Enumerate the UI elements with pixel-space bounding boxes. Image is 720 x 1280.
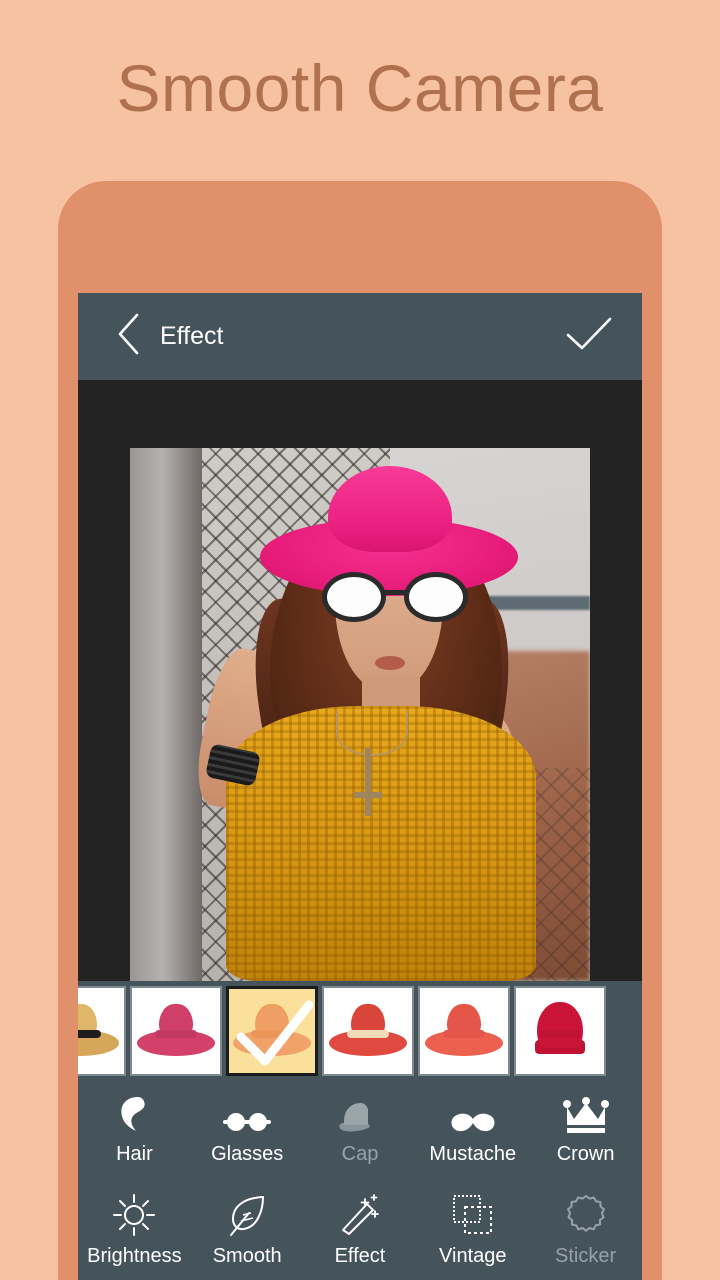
back-button[interactable] — [100, 309, 156, 365]
glasses-icon — [223, 1097, 272, 1135]
tool-brightness[interactable]: Brightness — [78, 1193, 191, 1268]
thumbnail-hat-band — [443, 1030, 485, 1038]
thumbnail-hat-shape — [78, 1002, 119, 1060]
photo-canvas[interactable] — [78, 380, 642, 981]
thumbnail-hat-shape — [521, 1002, 599, 1060]
glasses-lens-left — [322, 572, 386, 622]
crown-icon — [562, 1096, 609, 1135]
tool-vintage[interactable]: Vintage — [416, 1194, 529, 1268]
confirm-button[interactable] — [562, 310, 616, 364]
tool-sticker[interactable]: Sticker — [529, 1194, 642, 1268]
thumbnail-red-floppy-hat[interactable] — [418, 986, 510, 1076]
thumbnail-hat-shape — [425, 1002, 503, 1060]
thumbnail-hat-band — [155, 1030, 197, 1038]
screen-title: Effect — [160, 322, 224, 350]
tool-smooth[interactable]: Smooth — [191, 1194, 304, 1268]
tool-label: Vintage — [439, 1244, 507, 1267]
thumbnail-straw-fedora[interactable] — [78, 986, 126, 1076]
sticker-category-label: Mustache — [429, 1142, 517, 1165]
chevron-left-icon — [115, 312, 141, 361]
hair-icon — [112, 1096, 156, 1135]
glasses-lens-right — [404, 572, 468, 622]
thumbnail-hat-band — [78, 1030, 101, 1038]
sticker-category-label: Glasses — [211, 1142, 284, 1165]
phone-screen: Effect Hair Glasses Cap Mustache Crown B… — [78, 293, 642, 1280]
editor-tool-bar: Brightness Smooth Effect Vintage Sticker — [78, 1181, 642, 1280]
cap-icon — [337, 1097, 383, 1135]
hat-thumbnail-strip[interactable] — [78, 981, 642, 1081]
thumbnail-red-sun-hat[interactable] — [322, 986, 414, 1076]
sun-icon — [112, 1193, 156, 1236]
frames-icon — [452, 1194, 494, 1236]
edited-photo[interactable] — [130, 448, 590, 981]
sticker-category-cap[interactable]: Cap — [304, 1097, 417, 1166]
mustache-icon — [449, 1097, 497, 1135]
sticker-category-label: Crown — [556, 1142, 615, 1165]
phone-mockup: Effect Hair Glasses Cap Mustache Crown B… — [58, 181, 662, 1280]
sticker-category-label: Cap — [341, 1142, 379, 1165]
checkmark-icon — [564, 315, 614, 358]
tool-label: Effect — [334, 1244, 386, 1267]
photo-lips — [375, 656, 405, 670]
thumbnail-hat-shape — [137, 1002, 215, 1060]
thumbnail-hat-band — [347, 1030, 389, 1038]
page-title: Smooth Camera — [116, 51, 604, 125]
thumbnail-red-beanie[interactable] — [514, 986, 606, 1076]
thumbnail-hat-band — [539, 1030, 581, 1038]
thumbnail-orange-floppy-hat[interactable] — [226, 986, 318, 1076]
sticker-category-hair[interactable]: Hair — [78, 1096, 191, 1166]
sticker-category-bar: Hair Glasses Cap Mustache Crown — [78, 1081, 642, 1181]
tool-label: Smooth — [212, 1244, 282, 1267]
thumbnail-hat-crown — [537, 1002, 583, 1048]
sticker-category-label: Hair — [116, 1142, 153, 1165]
photo-post — [130, 448, 202, 981]
glasses-sticker-overlay[interactable] — [322, 570, 468, 626]
photo-cross-pendant — [354, 748, 382, 816]
tool-effect[interactable]: Effect — [304, 1193, 417, 1268]
sticker-category-mustache[interactable]: Mustache — [416, 1097, 529, 1166]
hat-crown — [328, 466, 452, 552]
thumbnail-pink-bucket-hat[interactable] — [130, 986, 222, 1076]
tool-label: Brightness — [87, 1244, 182, 1267]
sticker-category-glasses[interactable]: Glasses — [191, 1097, 304, 1166]
thumbnail-hat-shape — [329, 1002, 407, 1060]
app-header: Effect — [78, 293, 642, 380]
magic-wand-icon — [339, 1193, 381, 1236]
photo-necklace — [336, 710, 408, 756]
starburst-icon — [565, 1194, 607, 1236]
sticker-category-crown[interactable]: Crown — [529, 1096, 642, 1166]
tool-label: Sticker — [555, 1244, 617, 1267]
leaf-icon — [227, 1194, 267, 1236]
thumbnail-selected-checkmark — [237, 1000, 313, 1066]
